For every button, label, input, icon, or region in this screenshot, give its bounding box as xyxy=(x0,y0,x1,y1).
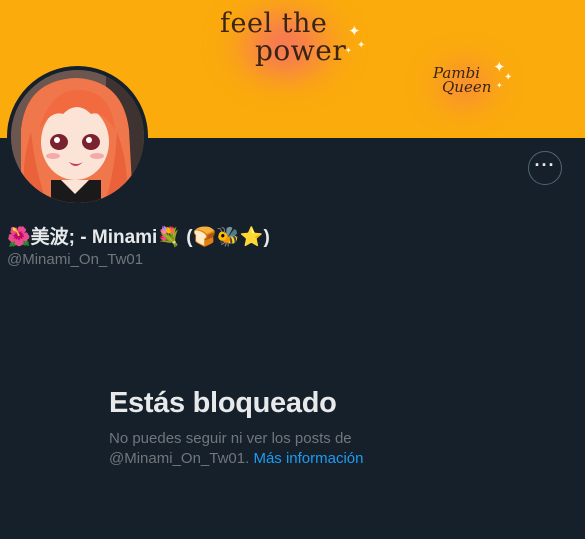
profile-handle: @Minami_On_Tw01 xyxy=(7,251,144,268)
sparkle-icon: ✦ xyxy=(345,46,352,55)
anime-portrait-icon xyxy=(11,70,144,203)
sparkle-icon: ✦ xyxy=(496,81,503,90)
more-options-button[interactable]: ··· xyxy=(528,151,562,185)
profile-display-name: 🌺美波; - Minami💐 (🍞🐝⭐) xyxy=(7,227,270,248)
blocked-title: Estás bloqueado xyxy=(109,387,337,419)
blocked-description-line1: No puedes seguir ni ver los posts de xyxy=(109,430,352,447)
blocked-description: No puedes seguir ni ver los posts de @Mi… xyxy=(109,429,409,469)
sparkle-icon: ✦ xyxy=(357,40,366,51)
learn-more-link[interactable]: Más información xyxy=(253,450,363,467)
sparkle-icon: ✦ xyxy=(504,72,513,83)
banner-tag-line2: Queen xyxy=(442,78,492,96)
blocked-description-line2-wrap: @Minami_On_Tw01. Más información xyxy=(109,449,409,469)
profile-avatar[interactable] xyxy=(7,66,148,207)
more-horizontal-icon: ··· xyxy=(534,155,556,175)
banner-text-line1: feel the xyxy=(220,8,328,39)
banner-text-line2: power xyxy=(255,34,347,67)
blocked-description-line2: @Minami_On_Tw01. xyxy=(109,450,250,467)
avatar-image xyxy=(11,70,144,203)
sparkle-icon: ✦ xyxy=(348,23,361,40)
